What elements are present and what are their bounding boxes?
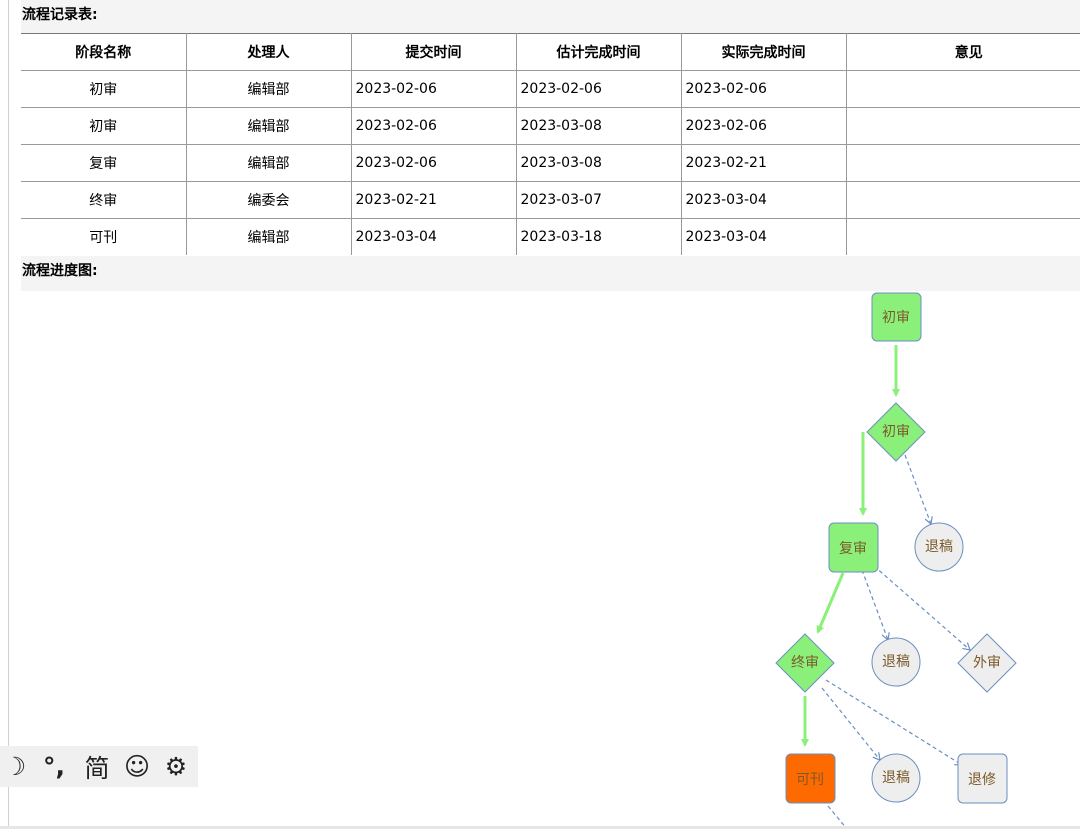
record-table-title: 流程记录表:: [21, 0, 1080, 34]
node-reject-1-label: 退稿: [925, 539, 953, 555]
node-publishable-label: 可刊: [796, 772, 824, 788]
moon-icon[interactable]: ☽: [0, 747, 30, 787]
node-reject-2-label: 退稿: [882, 654, 910, 670]
node-second-review: 复审: [828, 522, 879, 573]
cell-submit-time: 2023-03-04: [350, 218, 517, 255]
cell-actual-time: 2023-02-21: [680, 144, 847, 182]
column-header-estimated-time: 估计完成时间: [515, 33, 682, 71]
column-header-opinion: 意见: [845, 33, 1080, 71]
node-final-review-label: 终审: [791, 655, 819, 671]
node-reject-2: 退稿: [871, 637, 921, 687]
column-header-submit-time: 提交时间: [350, 33, 517, 71]
cell-estimated-time: 2023-02-06: [515, 70, 682, 108]
table-row: 终审 编委会 2023-02-21 2023-03-07 2023-03-04: [21, 181, 1080, 219]
cell-submit-time: 2023-02-06: [350, 107, 517, 145]
cell-opinion: [845, 218, 1080, 255]
cell-actual-time: 2023-02-06: [680, 107, 847, 145]
node-reject-1: 退稿: [914, 522, 964, 572]
cell-handler: 编辑部: [185, 144, 352, 182]
simplified-chinese-toggle[interactable]: 简: [78, 747, 116, 787]
cell-actual-time: 2023-03-04: [680, 181, 847, 219]
node-revise: 退修: [957, 753, 1008, 804]
cell-estimated-time: 2023-03-08: [515, 144, 682, 182]
cell-estimated-time: 2023-03-08: [515, 107, 682, 145]
cell-stage: 终审: [21, 181, 187, 219]
cell-submit-time: 2023-02-06: [350, 70, 517, 108]
progress-diagram-title: 流程进度图:: [21, 256, 1080, 291]
node-second-review-label: 复审: [839, 540, 867, 557]
table-row: 初审 编辑部 2023-02-06 2023-02-06 2023-02-06: [21, 70, 1080, 108]
cell-handler: 编委会: [185, 181, 352, 219]
cell-stage: 初审: [21, 107, 187, 145]
cell-actual-time: 2023-02-06: [680, 70, 847, 108]
cell-submit-time: 2023-02-06: [350, 144, 517, 182]
cell-actual-time: 2023-03-04: [680, 218, 847, 255]
cell-opinion: [845, 70, 1080, 108]
cell-handler: 编辑部: [185, 218, 352, 255]
column-header-stage: 阶段名称: [21, 33, 187, 71]
settings-gear-icon[interactable]: ⚙: [158, 747, 194, 787]
table-row: 可刊 编辑部 2023-03-04 2023-03-18 2023-03-04: [21, 218, 1080, 255]
cell-opinion: [845, 144, 1080, 182]
node-first-review: 初审: [871, 292, 922, 342]
column-header-actual-time: 实际完成时间: [680, 33, 847, 71]
column-header-handler: 处理人: [185, 33, 352, 71]
table-row: 复审 编辑部 2023-02-06 2023-03-08 2023-02-21: [21, 144, 1080, 182]
ime-toolbar: ☽ °, 简 ☺ ⚙: [0, 746, 198, 787]
cell-opinion: [845, 181, 1080, 219]
cell-stage: 可刊: [21, 218, 187, 255]
cell-handler: 编辑部: [185, 70, 352, 108]
cell-estimated-time: 2023-03-07: [515, 181, 682, 219]
node-external-review-label: 外审: [973, 655, 1001, 671]
node-first-review-decision: 初审: [866, 402, 926, 462]
cell-submit-time: 2023-02-21: [350, 181, 517, 219]
node-reject-3: 退稿: [871, 753, 921, 803]
cell-handler: 编辑部: [185, 107, 352, 145]
emoji-icon[interactable]: ☺: [116, 747, 158, 787]
cell-estimated-time: 2023-03-18: [515, 218, 682, 255]
table-header-row: 阶段名称 处理人 提交时间 估计完成时间 实际完成时间 意见: [21, 33, 1080, 71]
cell-stage: 复审: [21, 144, 187, 182]
node-publishable: 可刊: [785, 753, 836, 804]
node-final-review: 终审: [775, 633, 835, 693]
node-first-review-decision-label: 初审: [882, 423, 910, 440]
node-reject-3-label: 退稿: [882, 770, 910, 786]
punctuation-icon[interactable]: °,: [30, 747, 78, 787]
process-record-table: 阶段名称 处理人 提交时间 估计完成时间 实际完成时间 意见 初审 编辑部 20…: [21, 33, 1080, 255]
node-revise-label: 退修: [968, 772, 996, 788]
node-external-review: 外审: [957, 633, 1017, 693]
cell-stage: 初审: [21, 70, 187, 108]
table-row: 初审 编辑部 2023-02-06 2023-03-08 2023-02-06: [21, 107, 1080, 145]
node-first-review-label: 初审: [882, 309, 910, 326]
cell-opinion: [845, 107, 1080, 145]
